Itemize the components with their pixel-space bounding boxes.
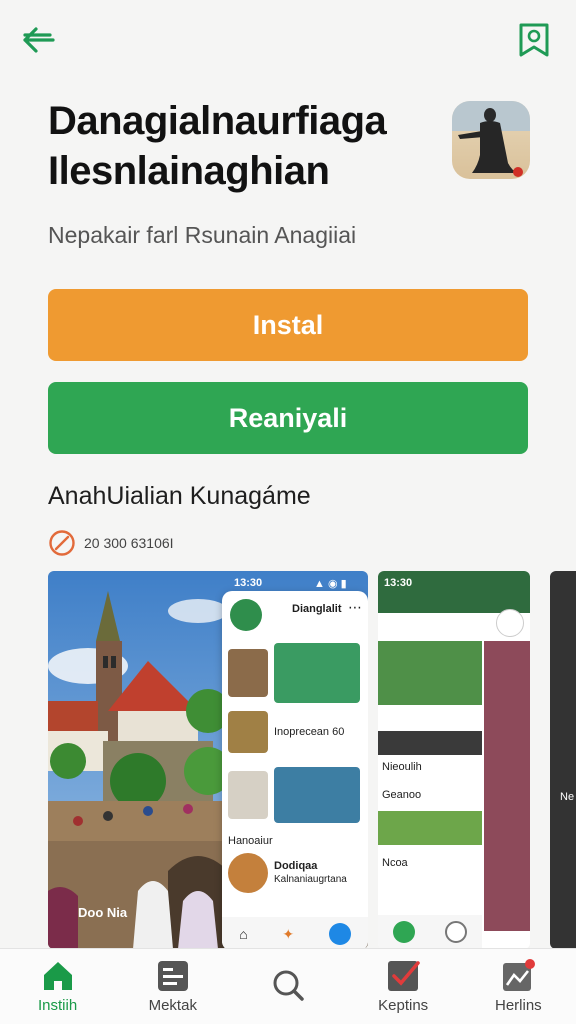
overlay-text: Doo Nia (78, 905, 128, 920)
nav-label-list: Mektak (148, 997, 197, 1014)
shot3-label: Ne (560, 791, 575, 803)
mini-tab-bar (378, 915, 482, 949)
nav-item-list[interactable]: Mektak (118, 959, 228, 1014)
secondary-action-button[interactable]: Reaniyali (48, 382, 528, 454)
chart-badge-icon (503, 959, 536, 991)
mini-tab-bar: ⌂ ✦ (222, 917, 368, 949)
section-title: AnahUialian Kunagáme (48, 482, 311, 510)
list-item[interactable]: Inoprecean 60 (228, 711, 362, 753)
back-button[interactable] (18, 20, 58, 60)
list-item-title: Inoprecean 60 (274, 725, 345, 738)
nav-label-chart: Herlins (495, 997, 542, 1014)
shot2-image (378, 811, 482, 845)
app-icon (452, 101, 530, 179)
list-item[interactable] (228, 767, 362, 823)
bookmark-button[interactable] (514, 20, 554, 60)
mini-heart-icon[interactable] (393, 921, 415, 943)
shot2-label-3: Ncoa (382, 857, 408, 869)
mini-badge-icon[interactable]: ✦ (282, 926, 294, 943)
nav-item-home[interactable]: Instiih (3, 959, 113, 1014)
nav-item-chart[interactable]: Herlins (463, 959, 573, 1014)
bottom-navigation: Instiih Mektak Keptins Herlins (0, 948, 576, 1024)
more-icon[interactable]: ⋯ (348, 599, 362, 616)
arrow-left-icon (23, 27, 55, 53)
app-detail-page: Danagialnaurfiaga Ilesnlainaghian Nepaka… (0, 0, 576, 1024)
screenshot-carousel[interactable]: 13:30 ▲ ◉ ▮ Dianglalit ⋯ Inoprecean 60 H… (48, 571, 576, 949)
list-item-image (274, 643, 360, 703)
list-item-thumbnail (228, 853, 268, 893)
mini-compass-icon[interactable] (328, 923, 351, 945)
no-entry-icon (49, 530, 75, 556)
list-item[interactable]: Hanoaiur (228, 835, 362, 848)
app-title-line-2: Ilesnlainaghian (48, 149, 330, 193)
nav-item-check[interactable]: Keptins (348, 959, 458, 1014)
nav-label-home: Instiih (38, 997, 78, 1014)
list-item-thumbnail (228, 771, 268, 819)
nav-label-check: Keptins (378, 997, 429, 1014)
list-item[interactable] (228, 643, 362, 703)
meta-row: 20 300 63106I (48, 528, 174, 558)
phone-card[interactable]: Dianglalit ⋯ Inoprecean 60 Hanoaiur Dodi… (222, 591, 368, 949)
status-time: 13:30 (384, 577, 413, 589)
figure-silhouette-icon (452, 101, 530, 177)
meta-text: 20 300 63106I (84, 535, 174, 551)
list-item[interactable]: Dodiqaa Kalnaniaugrtana (228, 853, 362, 893)
install-button[interactable]: Instal (48, 289, 528, 361)
shot2-label-1: Nieoulih (382, 761, 422, 773)
app-subtitle: Nepakair farl Rsunain Anagiiai (48, 222, 357, 248)
status-time: 13:30 (234, 577, 263, 589)
card-header-title: Dianglalit (292, 603, 342, 615)
home-icon (43, 962, 72, 990)
shot2-image (378, 641, 482, 705)
shot2-label-2: Geanoo (382, 789, 422, 801)
mini-home-icon[interactable]: ⌂ (239, 926, 247, 942)
list-item-title: Hanoaiur (228, 835, 273, 847)
list-item-thumbnail (228, 649, 268, 697)
screenshot-3[interactable]: Ne (550, 571, 576, 949)
app-title-line-1: Danagialnaurfiaga (48, 99, 387, 143)
list-item-thumbnail (228, 711, 268, 753)
mini-menu-icon[interactable] (445, 921, 467, 943)
screenshot-1[interactable]: 13:30 ▲ ◉ ▮ Dianglalit ⋯ Inoprecean 60 H… (48, 571, 368, 949)
top-bar (18, 18, 554, 62)
list-item-image (274, 767, 360, 823)
shot2-image (378, 731, 482, 755)
list-item-subtitle: Kalnaniaugrtana (274, 874, 347, 885)
status-icons: ▲ ◉ ▮ (314, 578, 347, 590)
shot2-avatar (496, 609, 524, 637)
shot2-side-image (484, 641, 530, 931)
nav-item-search[interactable] (233, 968, 343, 1006)
screenshot-2[interactable]: 13:30 Nieoulih Geanoo Ncoa (378, 571, 530, 949)
app-title: Danagialnaurfiaga Ilesnlainaghian (48, 96, 428, 196)
search-icon (273, 970, 304, 1001)
bookmark-icon (519, 23, 549, 57)
card-header (230, 599, 262, 631)
list-item-title: Dodiqaa (274, 860, 318, 872)
list-icon (157, 961, 188, 991)
check-box-icon (388, 961, 420, 991)
